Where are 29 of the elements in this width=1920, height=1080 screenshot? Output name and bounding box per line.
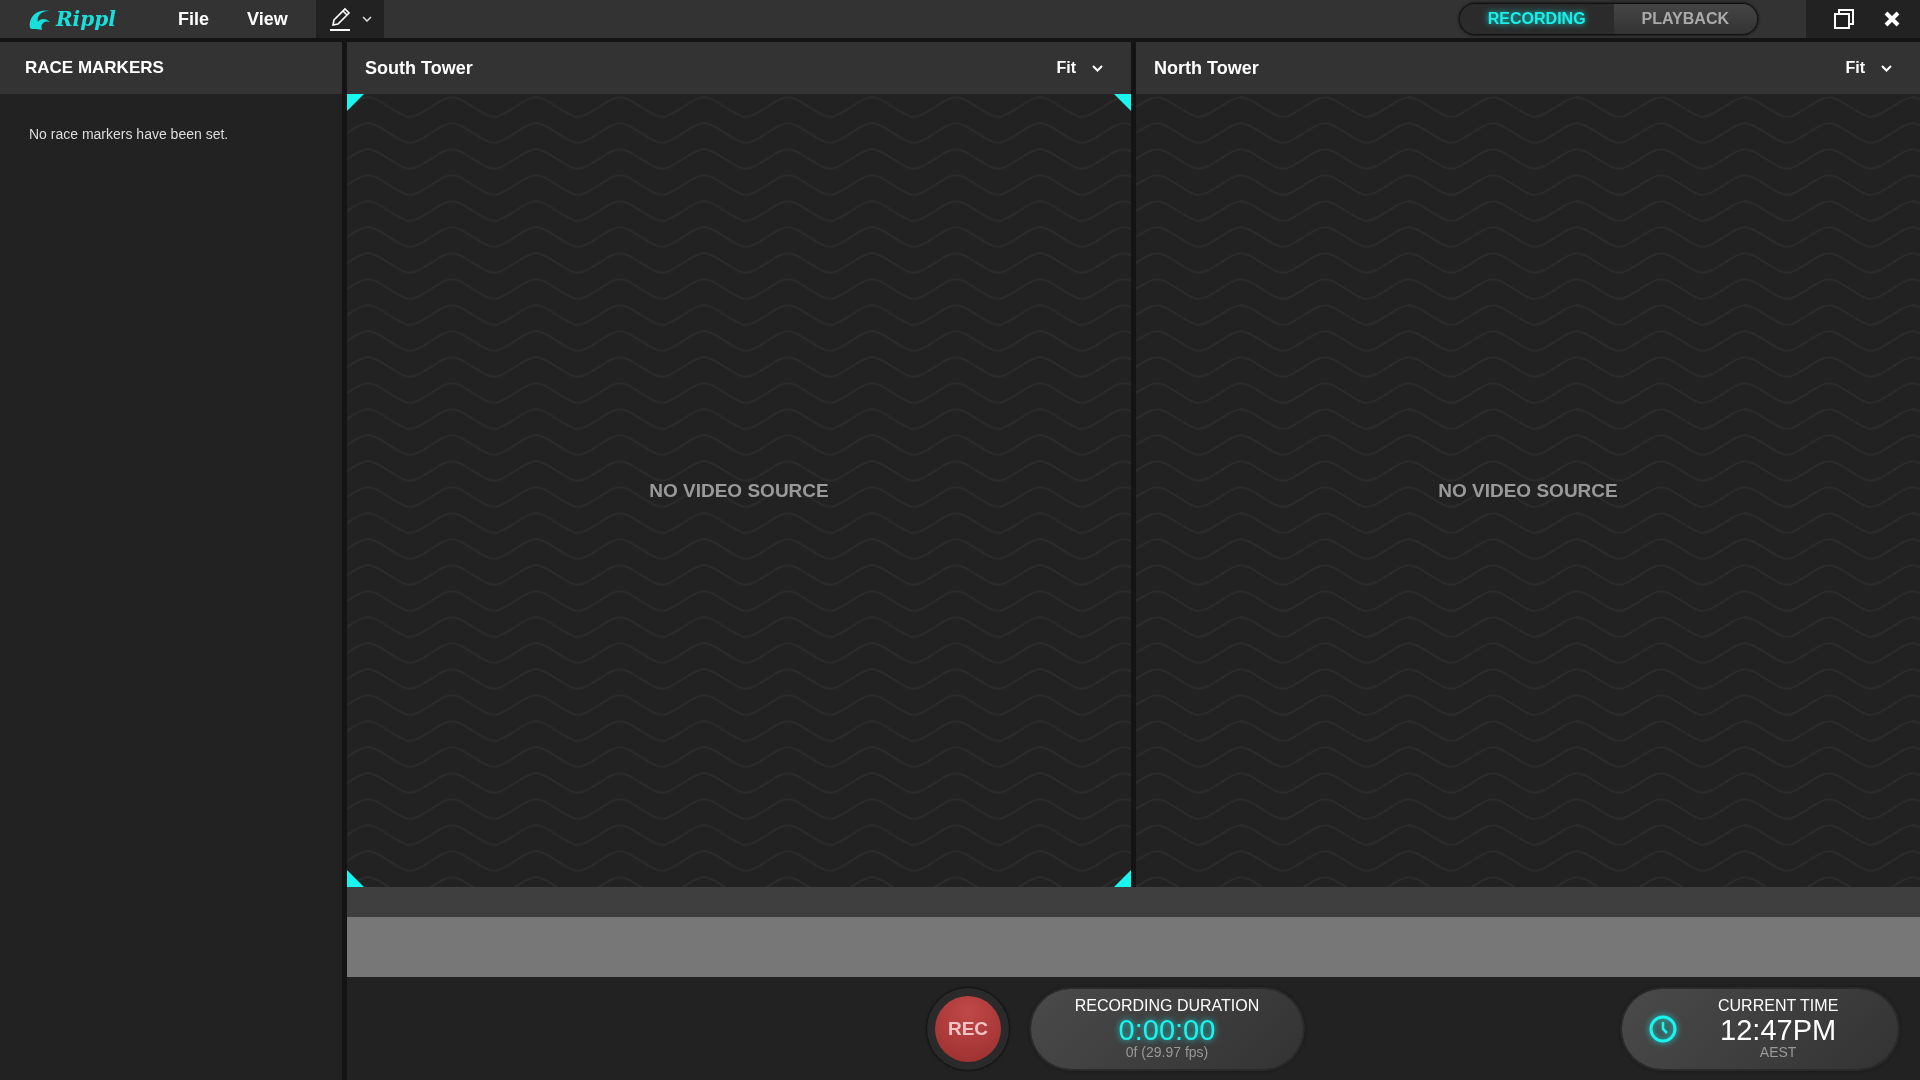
time-title: CURRENT TIME [1718,997,1839,1015]
time-value: 12:47PM [1720,1015,1837,1045]
app-logo: Rippl [56,7,116,31]
duration-title: RECORDING DURATION [1074,997,1260,1015]
sidebar-title: RACE MARKERS [25,58,164,78]
video-area[interactable]: NO VIDEO SOURCE [1136,94,1920,887]
video-area[interactable]: NO VIDEO SOURCE [347,94,1131,887]
view-title: South Tower [365,57,473,79]
pencil-icon[interactable] [327,6,352,32]
close-icon[interactable] [1884,11,1900,27]
duration-value: 0:00:00 [1118,1015,1216,1045]
record-button[interactable]: REC [935,995,1001,1062]
clock-icon [1648,1013,1678,1044]
mode-tab[interactable]: RECORDING [1459,4,1614,34]
frame-count: 0f (29.97 fps) [1125,1045,1209,1060]
menu-item[interactable]: View [235,8,300,30]
caret-icon[interactable] [361,16,372,22]
scale-dropdown[interactable]: Fit [1839,58,1898,78]
caret-icon [1881,64,1892,72]
view-title: North Tower [1154,57,1259,79]
scale-dropdown[interactable]: Fit [1050,58,1109,78]
menu-item[interactable]: File [166,8,221,30]
restore-window-icon[interactable] [1834,9,1854,29]
caret-icon [1092,64,1103,72]
mode-tab[interactable]: PLAYBACK [1613,4,1757,34]
empty-message: No race markers have been set. [29,126,230,142]
no-video-message: NO VIDEO SOURCE [649,479,829,502]
time-zone: AEST [1759,1045,1797,1060]
no-video-message: NO VIDEO SOURCE [1438,479,1618,502]
